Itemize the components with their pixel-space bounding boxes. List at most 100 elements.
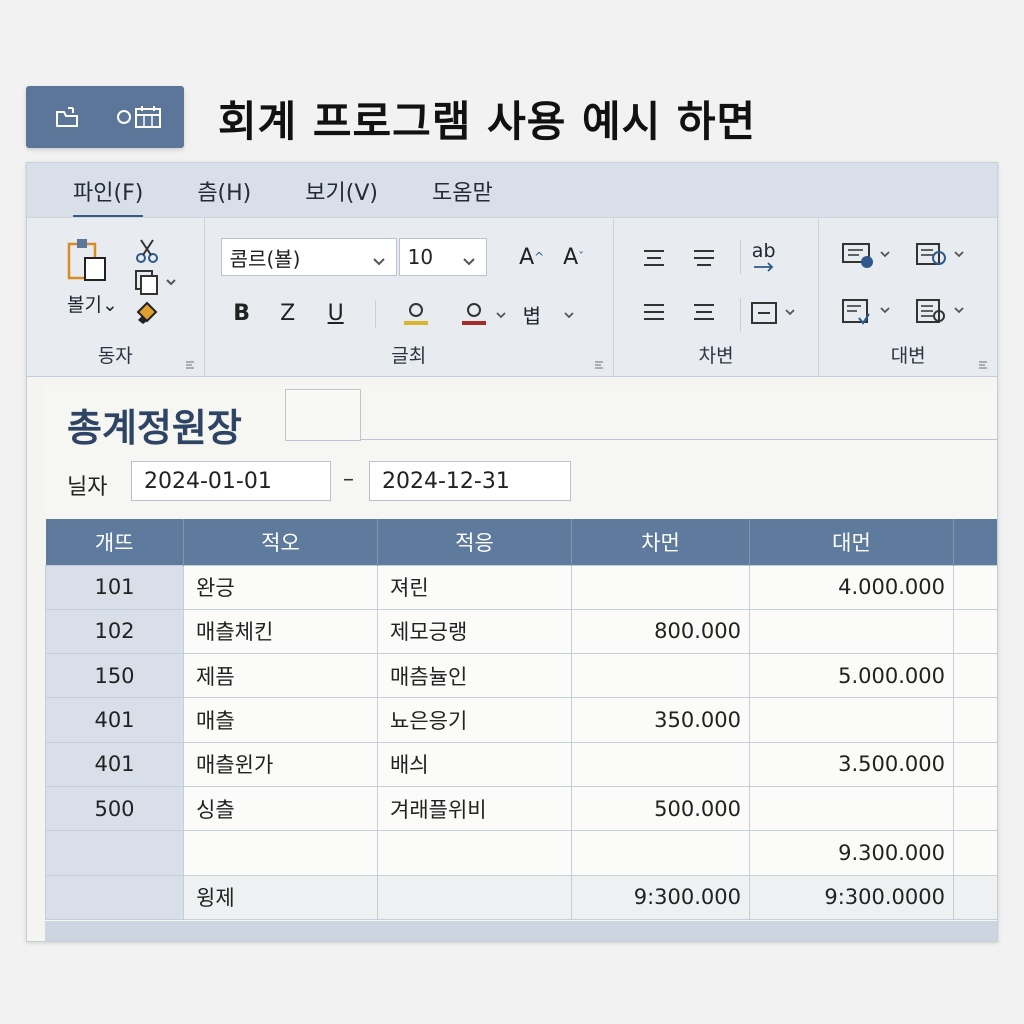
copy-icon[interactable] bbox=[133, 268, 177, 300]
cell-code[interactable]: 150 bbox=[45, 653, 184, 699]
cell-extra[interactable] bbox=[953, 653, 997, 699]
chevron-down-icon[interactable] bbox=[495, 306, 507, 325]
menu-home[interactable]: 츰(H) bbox=[197, 175, 251, 217]
cell-account[interactable] bbox=[377, 830, 572, 876]
font-color-icon[interactable] bbox=[459, 298, 489, 332]
cell-credit[interactable] bbox=[749, 785, 954, 832]
cell-extra[interactable] bbox=[953, 785, 997, 832]
cell-account[interactable]: 뇨은응기 bbox=[377, 697, 572, 743]
cell-extra[interactable] bbox=[953, 564, 997, 610]
cell-account[interactable] bbox=[377, 874, 572, 920]
align-top-icon[interactable] bbox=[642, 248, 666, 272]
cell-summary[interactable]: 매츨체킨 bbox=[183, 608, 378, 655]
align-middle-icon[interactable] bbox=[692, 248, 716, 272]
cell-style-button[interactable]: 볍 bbox=[523, 300, 541, 329]
format-cells-icon[interactable] bbox=[841, 296, 897, 334]
cell-code[interactable]: 500 bbox=[45, 785, 184, 832]
cell-code[interactable] bbox=[45, 830, 184, 876]
format-painter-icon[interactable] bbox=[135, 300, 159, 330]
cell-summary[interactable] bbox=[183, 830, 378, 876]
cell-debit[interactable]: 500.000 bbox=[571, 785, 750, 832]
dialog-launcher-icon[interactable] bbox=[979, 354, 989, 369]
grow-font-label: A bbox=[519, 244, 535, 270]
cell-account[interactable]: 배싀 bbox=[377, 741, 572, 787]
cell-credit[interactable]: 4.000.000 bbox=[749, 564, 954, 610]
cell-extra[interactable] bbox=[953, 741, 997, 787]
cell-code[interactable]: 401 bbox=[45, 741, 184, 787]
italic-button[interactable]: Z bbox=[273, 296, 303, 330]
chevron-down-icon bbox=[372, 250, 386, 274]
cell-credit[interactable] bbox=[749, 697, 954, 743]
merge-cells-icon[interactable] bbox=[750, 300, 802, 330]
menu-view[interactable]: 보기(V) bbox=[305, 175, 378, 217]
title-cell[interactable] bbox=[285, 389, 361, 441]
cell-credit[interactable]: 3.500.000 bbox=[749, 741, 954, 787]
menu-help[interactable]: 도옴맏 bbox=[432, 175, 493, 217]
cell-summary[interactable]: 매츨윈가 bbox=[183, 741, 378, 787]
cell-extra[interactable] bbox=[953, 608, 997, 655]
menu-file[interactable]: 파인(F) bbox=[73, 175, 144, 217]
shrink-font-label: A bbox=[563, 244, 579, 270]
cell-debit[interactable]: 800.000 bbox=[571, 608, 750, 655]
paste-label[interactable]: 볼기⌄ bbox=[67, 290, 118, 317]
cell-code[interactable] bbox=[45, 874, 184, 920]
total-credit[interactable]: 9:300.0000 bbox=[749, 874, 954, 920]
paste-icon[interactable] bbox=[65, 236, 111, 288]
cell-debit[interactable]: 350.000 bbox=[571, 697, 750, 743]
cut-icon[interactable] bbox=[135, 238, 159, 268]
cell-debit[interactable] bbox=[571, 741, 750, 787]
column-header-summary[interactable]: 적오 bbox=[183, 519, 378, 565]
ledger-table: 개뜨 적오 적응 차먼 대먼 101 완긍 져린 4.000.000 102 매… bbox=[45, 519, 997, 920]
cell-summary[interactable]: 완긍 bbox=[183, 564, 378, 610]
dialog-launcher-icon[interactable] bbox=[185, 354, 196, 369]
cell-extra[interactable] bbox=[953, 874, 997, 920]
cell-extra[interactable] bbox=[953, 697, 997, 743]
cell-account[interactable]: 매츰뉼인 bbox=[377, 653, 572, 699]
column-header-code[interactable]: 개뜨 bbox=[45, 519, 184, 565]
cell-extra[interactable] bbox=[953, 830, 997, 876]
cell-summary[interactable]: 제픔 bbox=[183, 653, 378, 699]
total-label[interactable]: 윙제 bbox=[183, 874, 378, 920]
shrink-font-button[interactable]: Aˇ bbox=[559, 242, 589, 272]
table-row: 401 매츨 뇨은응기 350.000 bbox=[45, 697, 997, 743]
grow-font-button[interactable]: A ^ bbox=[517, 242, 547, 272]
chevron-down-icon bbox=[462, 250, 476, 274]
insert-sheet-icon[interactable] bbox=[915, 240, 971, 278]
cell-credit[interactable] bbox=[749, 608, 954, 655]
bold-button[interactable]: B bbox=[227, 296, 257, 330]
column-header-debit[interactable]: 차먼 bbox=[571, 519, 750, 565]
total-debit[interactable]: 9:300.000 bbox=[571, 874, 750, 920]
column-header-account[interactable]: 적응 bbox=[377, 519, 572, 565]
cell-credit[interactable]: 5.000.000 bbox=[749, 653, 954, 699]
chevron-down-icon[interactable] bbox=[563, 306, 575, 325]
cell-code[interactable]: 101 bbox=[45, 564, 184, 610]
delete-cells-icon[interactable] bbox=[915, 296, 971, 334]
align-center-icon[interactable] bbox=[692, 302, 716, 326]
cell-code[interactable]: 401 bbox=[45, 697, 184, 743]
cell-account[interactable]: 겨래플위비 bbox=[377, 785, 572, 832]
cell-summary[interactable]: 싱츨 bbox=[183, 785, 378, 832]
calendar-icon[interactable] bbox=[114, 103, 164, 131]
cell-code[interactable]: 102 bbox=[45, 608, 184, 655]
align-left-icon[interactable] bbox=[642, 302, 666, 326]
cell-account[interactable]: 제모긍랭 bbox=[377, 608, 572, 655]
sheet-title: 총계정원장 bbox=[67, 406, 242, 450]
cell-summary[interactable]: 매츨 bbox=[183, 697, 378, 743]
column-header-credit[interactable]: 대먼 bbox=[749, 519, 954, 565]
insert-comment-icon[interactable] bbox=[841, 240, 897, 278]
wrap-text-button[interactable]: ab bbox=[752, 240, 778, 272]
open-folder-icon[interactable] bbox=[54, 104, 80, 130]
underline-button[interactable]: U bbox=[321, 296, 351, 330]
cell-account[interactable]: 져린 bbox=[377, 564, 572, 610]
dialog-launcher-icon[interactable] bbox=[594, 354, 605, 369]
font-name-select[interactable]: 콤르(뵬) bbox=[220, 238, 397, 276]
divider bbox=[361, 439, 997, 440]
date-from-field[interactable]: 2024-01-01 bbox=[131, 461, 331, 501]
cell-debit[interactable] bbox=[571, 830, 750, 876]
highlight-color-icon[interactable] bbox=[401, 298, 431, 332]
date-to-field[interactable]: 2024-12-31 bbox=[369, 461, 571, 501]
font-size-select[interactable]: 10 bbox=[398, 238, 487, 276]
cell-debit[interactable] bbox=[571, 564, 750, 610]
cell-debit[interactable] bbox=[571, 653, 750, 699]
cell-credit[interactable]: 9.300.000 bbox=[749, 830, 954, 876]
